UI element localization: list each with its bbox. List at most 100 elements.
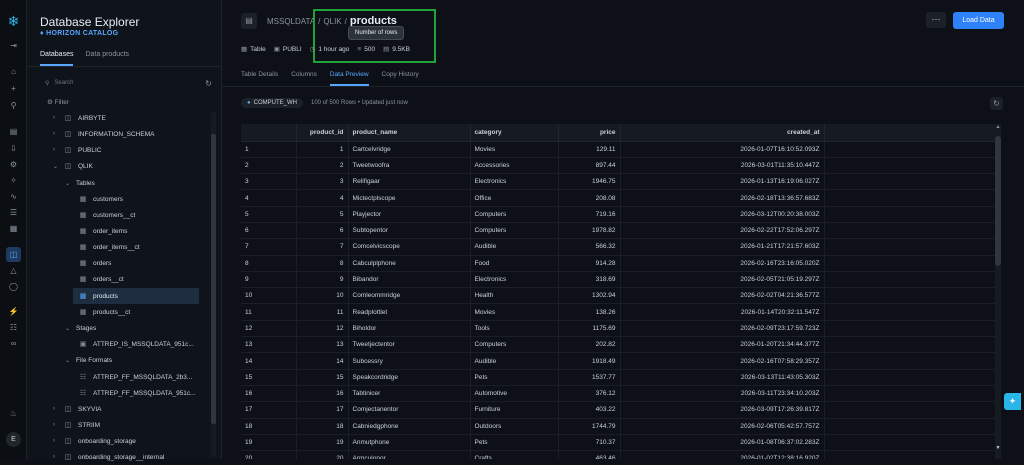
table-row[interactable]: 12 12 Biholdor Tools 1175.69 2026-02-09T23:17… xyxy=(241,320,995,338)
row-index-cell[interactable]: 2 xyxy=(241,157,297,175)
table-cell[interactable]: 2026-03-18T06:38:21.097Z xyxy=(824,189,995,207)
tree-item-orders-ct[interactable]: ▦ orders__ct xyxy=(79,271,124,287)
table-cell[interactable]: 2026-03-13T11:43:05.303Z xyxy=(620,369,825,386)
table-cell[interactable]: 12 xyxy=(296,320,349,338)
table-cell[interactable]: 8 xyxy=(296,255,349,272)
table-cell[interactable]: 1918.49 xyxy=(558,352,621,370)
table-cell[interactable]: Subcessry xyxy=(348,352,471,370)
table-cell[interactable]: 202.82 xyxy=(558,336,621,354)
row-index-cell[interactable]: 19 xyxy=(241,434,297,452)
table-cell[interactable]: Subtopentor xyxy=(348,222,471,240)
admin-icon[interactable]: ☷ xyxy=(8,322,19,333)
row-index-cell[interactable]: 18 xyxy=(241,418,297,435)
table-cell[interactable]: Electronics xyxy=(470,271,559,289)
column-header[interactable]: created_at xyxy=(620,124,825,142)
table-cell[interactable]: Bibandor xyxy=(348,271,471,289)
more-options-button[interactable]: ⋯ xyxy=(926,12,946,28)
table-cell[interactable]: 2026-03-18T06:38:21.097Z xyxy=(824,141,995,158)
table-cell[interactable]: Tools xyxy=(470,320,559,338)
row-index-cell[interactable]: 15 xyxy=(241,369,297,386)
table-row[interactable]: 15 15 Speakcordridge Pets 1537.77 2026-03-13T… xyxy=(241,369,995,386)
row-index-cell[interactable]: 10 xyxy=(241,287,297,305)
tab-data-preview[interactable]: Data Preview xyxy=(329,71,369,86)
security-icon[interactable]: ◯ xyxy=(8,281,19,292)
load-data-button[interactable]: Load Data xyxy=(953,12,1004,29)
tree-item-stage[interactable]: ▣ ATTREP_IS_MSSQLDATA_951c... xyxy=(79,336,194,352)
table-cell[interactable]: 19 xyxy=(296,434,349,452)
table-cell[interactable]: Outdoors xyxy=(470,418,559,435)
table-cell[interactable]: Office xyxy=(470,189,559,207)
table-cell[interactable]: Audible xyxy=(470,238,559,256)
grid-scrollbar[interactable]: ▲ ▼ xyxy=(995,124,1001,459)
table-cell[interactable]: Cartcelvridge xyxy=(348,141,471,158)
table-cell[interactable]: Anmutphone xyxy=(348,434,471,452)
tree-item-airbyte[interactable]: › ◫ AIRBYTE xyxy=(53,110,106,126)
table-cell[interactable]: 2026-01-02T12:38:16.920Z xyxy=(620,450,825,459)
table-cell[interactable]: 13 xyxy=(296,336,349,354)
tree-item-products[interactable]: ▦ products xyxy=(73,288,199,304)
table-cell[interactable]: 1946.75 xyxy=(558,173,621,191)
table-cell[interactable]: 2026-01-13T16:19:06.027Z xyxy=(620,173,825,191)
table-cell[interactable]: 2026-03-18T06:38:21.097Z xyxy=(824,303,995,321)
column-header[interactable]: modified xyxy=(824,124,995,142)
table-cell[interactable]: 2026-03-18T06:38:21.097Z xyxy=(824,434,995,452)
table-cell[interactable]: 1 xyxy=(296,141,349,158)
monitoring-icon[interactable]: ∿ xyxy=(8,191,19,202)
column-header[interactable]: product_name xyxy=(348,124,471,142)
table-row[interactable]: 9 9 Bibandor Electronics 318.69 2026-02-05T21… xyxy=(241,271,995,289)
table-cell[interactable]: 2026-01-14T20:32:11.547Z xyxy=(620,303,825,321)
ingestion-icon[interactable]: ⇩ xyxy=(8,143,19,154)
tree-item-order-items-ct[interactable]: ▦ order_items__ct xyxy=(79,239,140,255)
apps-icon[interactable]: ▦ xyxy=(8,223,19,234)
tree-item-tables[interactable]: ⌄ Tables xyxy=(65,175,95,191)
collapse-sidebar-icon[interactable]: ⇥ xyxy=(8,40,19,51)
table-cell[interactable]: Automotive xyxy=(470,385,559,403)
row-index-cell[interactable]: 3 xyxy=(241,173,297,191)
table-cell[interactable]: 16 xyxy=(296,385,349,403)
column-header[interactable]: category xyxy=(470,124,559,142)
table-cell[interactable]: Comjectanentor xyxy=(348,401,471,419)
table-cell[interactable]: 2026-03-18T06:38:21.097Z xyxy=(824,336,995,354)
table-cell[interactable]: Pets xyxy=(470,369,559,386)
table-row[interactable]: 10 10 Comleommridge Health 1302.94 2026-02-02… xyxy=(241,287,995,305)
table-cell[interactable]: 897.44 xyxy=(558,157,621,175)
sidebar-scrollbar[interactable] xyxy=(211,112,216,457)
scrollbar-thumb[interactable] xyxy=(995,136,1001,266)
marketplace-icon[interactable]: ☰ xyxy=(8,207,19,218)
table-cell[interactable]: 208.08 xyxy=(558,189,621,207)
compute-icon[interactable]: ⚡ xyxy=(8,306,19,317)
row-index-cell[interactable]: 8 xyxy=(241,255,297,272)
table-cell[interactable]: 10 xyxy=(296,287,349,305)
table-cell[interactable]: Comcelvicscope xyxy=(348,238,471,256)
table-cell[interactable]: Tabtinicer xyxy=(348,385,471,403)
table-cell[interactable]: 2026-02-22T17:52:06.297Z xyxy=(620,222,825,240)
tree-item-file-format-2[interactable]: ☷ ATTREP_FF_MSSQLDATA_951c... xyxy=(79,385,196,401)
table-cell[interactable]: 2026-02-16T23:16:05.020Z xyxy=(620,255,825,272)
table-cell[interactable]: 2026-03-18T06:38:21.097Z xyxy=(824,173,995,191)
table-cell[interactable]: Tweetwoofra xyxy=(348,157,471,175)
transformation-icon[interactable]: ⚙ xyxy=(8,159,19,170)
tree-item-onboarding-storage[interactable]: › ◫ onboarding_storage xyxy=(53,433,136,449)
table-cell[interactable]: 376.12 xyxy=(558,385,621,403)
table-cell[interactable]: 2026-01-07T16:10:52.093Z xyxy=(620,141,825,158)
row-index-cell[interactable]: 13 xyxy=(241,336,297,354)
table-cell[interactable]: 6 xyxy=(296,222,349,240)
snowflake-logo-icon[interactable]: ❄ xyxy=(6,14,21,29)
tree-item-file-format-1[interactable]: ☷ ATTREP_FF_MSSQLDATA_2b3... xyxy=(79,369,192,385)
tree-item-public[interactable]: › ◫ PUBLIC xyxy=(53,142,101,158)
table-cell[interactable]: 2026-03-18T06:38:21.097Z xyxy=(824,369,995,386)
table-cell[interactable]: 2026-02-16T07:58:29.357Z xyxy=(620,352,825,370)
table-row[interactable]: 6 6 Subtopentor Computers 1978.82 2026-02-22T… xyxy=(241,222,995,240)
database-icon[interactable]: ◫ xyxy=(6,247,21,262)
tree-item-onboarding-storage-internal[interactable]: › ◫ onboarding_storage__internal xyxy=(53,449,164,465)
tree-item-stages[interactable]: ⌄ Stages xyxy=(65,320,96,336)
table-cell[interactable]: 2 xyxy=(296,157,349,175)
row-index-cell[interactable]: 14 xyxy=(241,352,297,370)
table-cell[interactable]: 2026-03-18T06:38:21.097Z xyxy=(824,206,995,223)
search-input[interactable]: ⚲ Search ↻ xyxy=(45,78,212,88)
table-cell[interactable]: 2026-03-09T17:26:39.817Z xyxy=(620,401,825,419)
table-row[interactable]: 2 2 Tweetwoofra Accessories 897.44 2026-03-01… xyxy=(241,157,995,175)
warehouse-selector[interactable]: ● COMPUTE_WH xyxy=(241,98,303,108)
table-row[interactable]: 14 14 Subcessry Audible 1918.49 2026-02-16T07… xyxy=(241,352,995,370)
tree-item-orders[interactable]: ▦ orders xyxy=(79,255,112,271)
